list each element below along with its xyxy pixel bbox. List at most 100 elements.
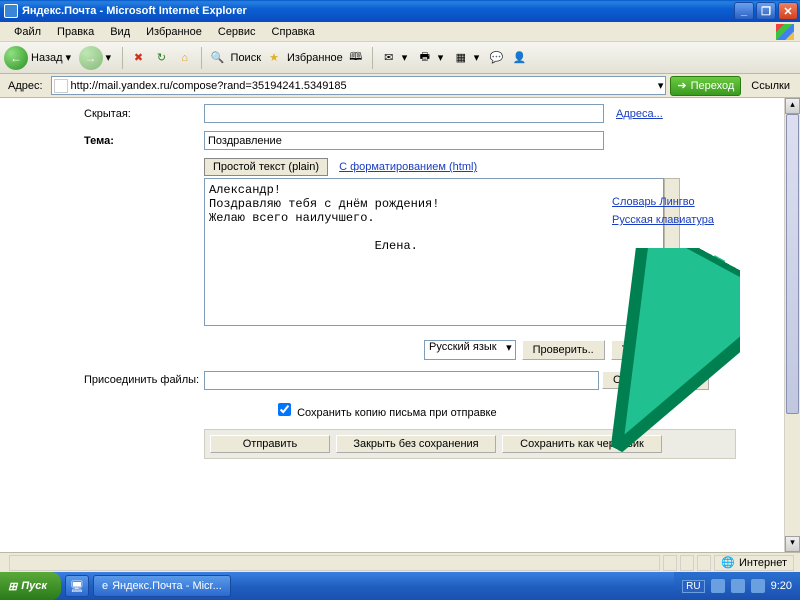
globe-icon: 🌐 (721, 556, 735, 569)
mail-dropdown[interactable]: ▾ (402, 51, 412, 64)
bcc-label: Скрытая: (84, 108, 204, 120)
mail-icon[interactable]: ✉ (379, 48, 399, 68)
status-panel (680, 555, 694, 571)
taskbar-ie-button[interactable]: e Яндекс.Почта - Micr... (93, 575, 231, 597)
favorites-label[interactable]: Избранное (287, 52, 343, 64)
tray-icon[interactable] (731, 579, 745, 593)
quicklaunch-desktop[interactable]: 🖥 (65, 575, 89, 597)
spellcheck-button[interactable]: Проверить.. (522, 340, 605, 360)
browse-button[interactable]: Обзор... (602, 371, 665, 389)
toolbar-separator (122, 47, 123, 69)
close-nosave-button[interactable]: Закрыть без сохранения (336, 435, 496, 453)
navigation-toolbar: ← Назад ▾ → ▾ ✖ ↻ ⌂ 🔍 Поиск ★ Избранное … (0, 42, 800, 74)
system-tray: RU 9:20 (674, 572, 800, 600)
print-icon[interactable]: 🖶 (415, 48, 435, 68)
scroll-thumb[interactable] (786, 114, 799, 414)
print-dropdown[interactable]: ▾ (438, 51, 448, 64)
start-button[interactable]: ⊞ Пуск (0, 572, 61, 600)
window-title: Яндекс.Почта - Microsoft Internet Explor… (22, 5, 732, 17)
menu-view[interactable]: Вид (102, 24, 138, 40)
attach-label: Присоединить файлы: (84, 374, 204, 386)
minimize-button[interactable]: _ (734, 2, 754, 20)
refresh-icon[interactable]: ↻ (152, 48, 172, 68)
toolbar-separator (372, 47, 373, 69)
action-bar: Отправить Закрыть без сохранения Сохрани… (204, 429, 736, 459)
keyboard-link[interactable]: Русская клавиатура (612, 214, 714, 226)
menu-tools[interactable]: Сервис (210, 24, 264, 40)
save-copy-checkbox[interactable] (278, 403, 291, 416)
save-copy-label: Сохранить копию письма при отправке (297, 407, 497, 419)
forward-dropdown[interactable]: ▾ (106, 51, 116, 64)
scroll-down-icon[interactable]: ▾ (785, 536, 800, 552)
attach-input[interactable] (204, 371, 599, 390)
go-button[interactable]: ➔ Переход (670, 76, 741, 96)
menu-file[interactable]: Файл (6, 24, 49, 40)
search-icon[interactable]: 🔍 (208, 48, 228, 68)
edit-dropdown[interactable]: ▾ (474, 51, 484, 64)
tray-icon[interactable] (711, 579, 725, 593)
scroll-up-icon[interactable]: ▴ (785, 98, 800, 114)
language-indicator[interactable]: RU (682, 580, 704, 593)
discuss-icon[interactable]: 💬 (487, 48, 507, 68)
page-favicon (54, 79, 68, 93)
address-field[interactable]: http://mail.yandex.ru/compose?rand=35194… (51, 76, 667, 95)
stop-icon[interactable]: ✖ (129, 48, 149, 68)
forward-button[interactable]: → (79, 46, 103, 70)
language-value: Русский язык (429, 341, 497, 353)
close-button[interactable]: ✕ (778, 2, 798, 20)
language-select[interactable]: Русский язык (424, 340, 516, 360)
back-dropdown[interactable]: ▾ (66, 51, 76, 64)
save-draft-button[interactable]: Сохранить как черновик (502, 435, 662, 453)
address-dropdown-icon[interactable]: ▾ (658, 79, 664, 92)
menu-help[interactable]: Справка (264, 24, 323, 40)
page-scrollbar[interactable]: ▴ ▾ (784, 98, 800, 552)
bcc-row: Скрытая: Адреса... (84, 104, 776, 123)
toolbar-separator (201, 47, 202, 69)
send-button[interactable]: Отправить (210, 435, 330, 453)
edit-icon[interactable]: ▦ (451, 48, 471, 68)
address-url: http://mail.yandex.ru/compose?rand=35194… (71, 80, 347, 92)
windows-icon: ⊞ (8, 580, 17, 593)
subject-input[interactable] (204, 131, 604, 150)
maximize-button[interactable]: ❐ (756, 2, 776, 20)
back-button[interactable]: ← (4, 46, 28, 70)
history-icon[interactable]: 🕮 (346, 48, 366, 68)
links-label[interactable]: Ссылки (745, 80, 796, 92)
go-label: Переход (691, 80, 735, 92)
tray-icon[interactable] (751, 579, 765, 593)
subject-label: Тема: (84, 135, 204, 147)
translit-button[interactable]: Translit (611, 340, 669, 360)
menu-edit[interactable]: Правка (49, 24, 102, 40)
start-label: Пуск (21, 580, 47, 592)
attach-remove-button[interactable]: - (665, 370, 687, 390)
save-copy-row: Сохранить копию письма при отправке (274, 400, 776, 419)
search-label[interactable]: Поиск (231, 52, 261, 64)
subject-row: Тема: (84, 131, 776, 150)
status-bar: 🌐 Интернет (0, 552, 800, 572)
addresses-link[interactable]: Адреса... (616, 108, 663, 120)
message-body[interactable]: Александр! Поздравляю тебя с днём рожден… (204, 178, 664, 326)
home-icon[interactable]: ⌂ (175, 48, 195, 68)
lingvo-link[interactable]: Словарь Лингво (612, 196, 695, 208)
menu-bar: Файл Правка Вид Избранное Сервис Справка (0, 22, 800, 42)
address-bar: Адрес: http://mail.yandex.ru/compose?ran… (0, 74, 800, 98)
page-content: Скрытая: Адреса... Тема: Простой текст (… (0, 98, 800, 608)
language-row: Русский язык Проверить.. Translit (424, 340, 776, 360)
clock[interactable]: 9:20 (771, 580, 792, 592)
status-zone: 🌐 Интернет (714, 555, 794, 571)
go-arrow-icon: ➔ (677, 79, 686, 92)
back-label[interactable]: Назад (31, 52, 63, 64)
bcc-input[interactable] (204, 104, 604, 123)
address-label: Адрес: (4, 80, 47, 92)
status-panel (9, 555, 660, 571)
messenger-icon[interactable]: 👤 (510, 48, 530, 68)
menu-favorites[interactable]: Избранное (138, 24, 210, 40)
tab-plain[interactable]: Простой текст (plain) (204, 158, 328, 176)
tab-html[interactable]: С форматированием (html) (339, 161, 477, 173)
zone-label: Интернет (739, 557, 787, 569)
windows-taskbar: ⊞ Пуск 🖥 e Яндекс.Почта - Micr... RU 9:2… (0, 572, 800, 600)
favorites-icon[interactable]: ★ (264, 48, 284, 68)
attach-row: Присоединить файлы: Обзор... - + (84, 370, 776, 390)
status-panel (697, 555, 711, 571)
attach-add-button[interactable]: + (687, 370, 709, 390)
